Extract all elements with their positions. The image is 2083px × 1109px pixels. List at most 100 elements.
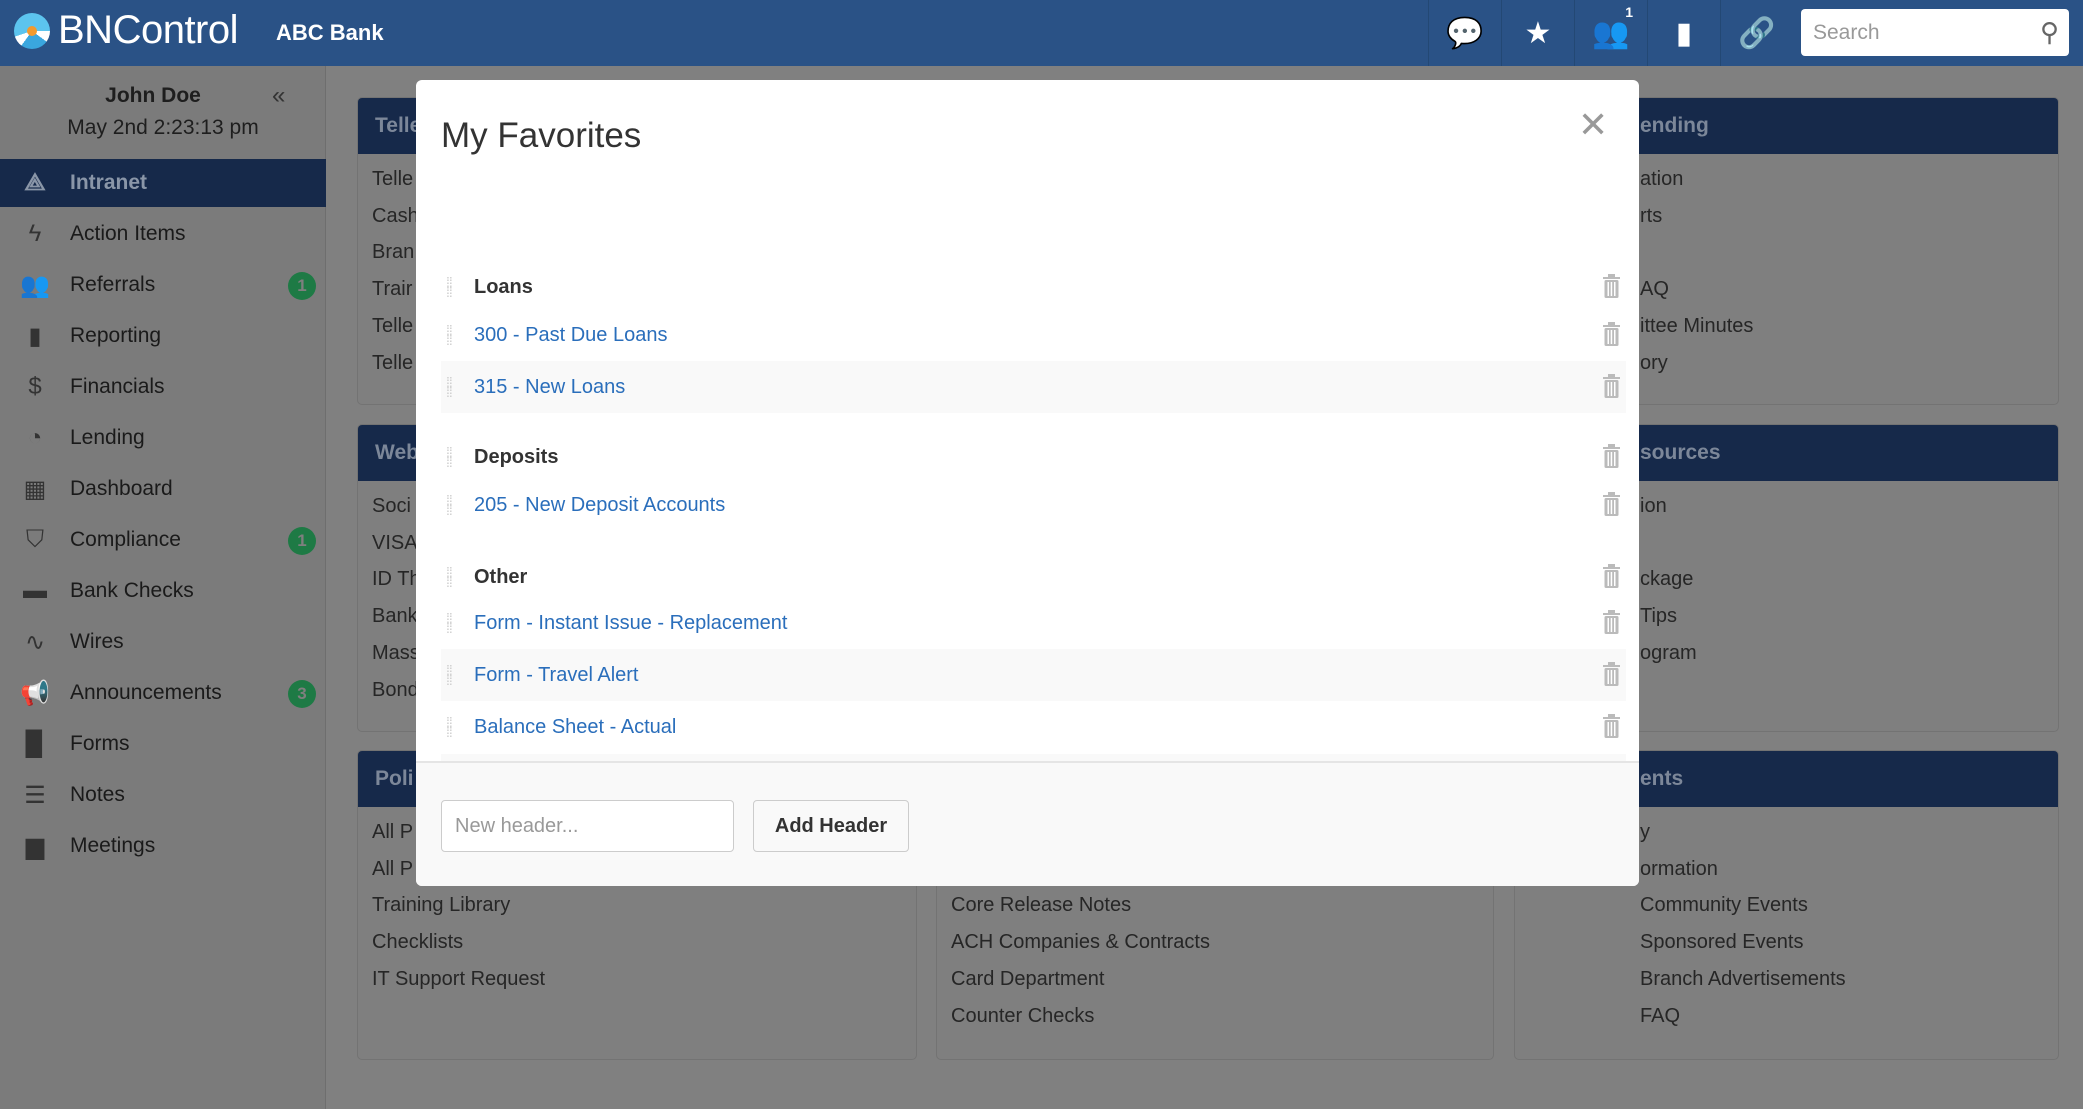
new-header-input[interactable] xyxy=(441,800,734,852)
referrals-icon: 👥 xyxy=(1592,16,1630,50)
favorite-group-header[interactable]: ⁞⁞ ⁞⁞ Loans xyxy=(441,261,1626,313)
panel-link[interactable]: ckage xyxy=(1640,568,1693,591)
bncontrol-logo[interactable] xyxy=(14,13,50,49)
panel-link[interactable]: Core Release Notes xyxy=(951,894,1131,917)
panel-link[interactable]: Bank xyxy=(372,605,418,628)
favorite-item[interactable]: ⁞⁞ ⁞⁞ 300 - Past Due Loans xyxy=(441,309,1626,361)
panel-link[interactable]: Telle xyxy=(372,352,413,375)
panel-link[interactable]: ittee Minutes xyxy=(1640,315,1753,338)
drag-handle-icon[interactable]: ⁞⁞⁞⁞ xyxy=(441,663,474,687)
sidebar-item-bank-checks[interactable]: ▬ Bank Checks xyxy=(0,567,326,615)
collapse-sidebar-icon[interactable]: « xyxy=(272,82,285,110)
trash-icon[interactable] xyxy=(1603,274,1620,298)
favorite-item[interactable]: ⁞⁞ ⁞⁞ 315 - New Loans xyxy=(441,361,1626,413)
trash-icon[interactable] xyxy=(1603,444,1620,468)
panel-link[interactable]: y xyxy=(1640,821,1650,844)
brand-name[interactable]: BNControl xyxy=(58,8,239,53)
trash-icon[interactable] xyxy=(1603,492,1620,516)
panel-link[interactable]: ation xyxy=(1640,168,1683,191)
panel-link[interactable]: ion xyxy=(1640,495,1667,518)
bolt-icon: ϟ xyxy=(28,220,42,247)
drag-handle-icon[interactable]: ⁞⁞⁞⁞ xyxy=(441,375,474,399)
panel-link[interactable]: Bran xyxy=(372,241,414,264)
drag-handle-icon[interactable]: ⁞⁞⁞⁞ xyxy=(441,275,474,299)
panel-link[interactable]: Sponsored Events xyxy=(1640,931,1803,954)
referrals-button[interactable]: 👥 1 xyxy=(1574,0,1647,66)
panel-link[interactable]: Card Department xyxy=(951,968,1104,991)
panel-link[interactable]: Telle xyxy=(372,168,413,191)
favorite-group-header[interactable]: ⁞⁞ ⁞⁞ Other xyxy=(441,551,1626,603)
close-icon[interactable]: ✕ xyxy=(1578,104,1608,146)
trash-icon[interactable] xyxy=(1603,564,1620,588)
panel-link[interactable]: AQ xyxy=(1640,278,1669,301)
drag-handle-icon[interactable]: ⁞⁞⁞⁞ xyxy=(441,565,474,589)
trash-icon[interactable] xyxy=(1603,662,1620,686)
chat-button[interactable]: 💬 xyxy=(1428,0,1501,66)
trash-icon[interactable] xyxy=(1603,714,1620,738)
panel-link[interactable]: Trair xyxy=(372,278,412,301)
panel-link[interactable]: ACH Companies & Contracts xyxy=(951,931,1210,954)
sidebar-item-meetings[interactable]: ▆ Meetings xyxy=(0,822,326,870)
favorite-link[interactable]: 315 - New Loans xyxy=(474,376,625,399)
favorite-link[interactable]: Form - Instant Issue - Replacement xyxy=(474,612,787,635)
sidebar-item-announcements[interactable]: 📢 Announcements 3 xyxy=(0,669,326,717)
sidebar-item-compliance[interactable]: ⛉ Compliance 1 xyxy=(0,516,326,564)
panel-link[interactable]: All P xyxy=(372,821,413,844)
panel-link[interactable]: Soci xyxy=(372,495,411,518)
drag-handle-icon[interactable]: ⁞⁞⁞⁞ xyxy=(441,715,474,739)
chart-button[interactable]: ▮ xyxy=(1647,0,1720,66)
trash-icon[interactable] xyxy=(1603,322,1620,346)
panel-link[interactable]: rts xyxy=(1640,205,1662,228)
favorite-link[interactable]: Balance Sheet - Actual xyxy=(474,716,676,739)
sidebar-item-dashboard[interactable]: ▦ Dashboard xyxy=(0,465,326,513)
sidebar-item-financials[interactable]: $ Financials xyxy=(0,363,326,411)
link-button[interactable]: 🔗 xyxy=(1720,0,1793,66)
panel-link[interactable]: Training Library xyxy=(372,894,510,917)
panel-link[interactable]: Tips xyxy=(1640,605,1677,628)
panel-link[interactable]: ID Th xyxy=(372,568,421,591)
drag-handle-icon[interactable]: ⁞⁞⁞⁞ xyxy=(441,323,474,347)
sidebar-item-intranet[interactable]: ⟁ Intranet xyxy=(0,159,326,207)
drag-handle-icon[interactable]: ⁞⁞⁞⁞ xyxy=(441,493,474,517)
sidebar-item-notes[interactable]: ☰ Notes xyxy=(0,771,326,819)
panel-link[interactable]: ormation xyxy=(1640,858,1718,881)
sidebar-item-reporting[interactable]: ▮ Reporting xyxy=(0,312,326,360)
sidebar-item-label: Dashboard xyxy=(70,477,173,500)
sidebar-item-forms[interactable]: ▉ Forms xyxy=(0,720,326,768)
panel-link[interactable]: VISA xyxy=(372,532,418,555)
panel-link[interactable]: ogram xyxy=(1640,642,1697,665)
search-input[interactable] xyxy=(1813,20,2033,45)
panel-link[interactable]: Mass xyxy=(372,642,420,665)
panel-link[interactable]: Cash xyxy=(372,205,419,228)
drag-handle-icon[interactable]: ⁞⁞⁞⁞ xyxy=(441,445,474,469)
search-icon[interactable]: ⚲ xyxy=(2040,17,2059,48)
favorite-item[interactable]: ⁞⁞ ⁞⁞ 205 - New Deposit Accounts xyxy=(441,479,1626,531)
favorite-group-header[interactable]: ⁞⁞ ⁞⁞ Deposits xyxy=(441,431,1626,483)
favorite-link[interactable]: 300 - Past Due Loans xyxy=(474,324,667,347)
drag-handle-icon[interactable]: ⁞⁞⁞⁞ xyxy=(441,611,474,635)
favorite-item[interactable]: ⁞⁞ ⁞⁞ Form - Instant Issue - Replacement xyxy=(441,597,1626,649)
panel-link[interactable]: Branch Advertisements xyxy=(1640,968,1846,991)
panel-link[interactable]: Community Events xyxy=(1640,894,1808,917)
sidebar-item-wires[interactable]: ∿ Wires xyxy=(0,618,326,666)
sidebar-item-referrals[interactable]: 👥 Referrals 1 xyxy=(0,261,326,309)
star-button[interactable]: ★ xyxy=(1501,0,1574,66)
panel-link[interactable]: Checklists xyxy=(372,931,463,954)
favorite-link[interactable]: 205 - New Deposit Accounts xyxy=(474,494,725,517)
trash-icon[interactable] xyxy=(1603,610,1620,634)
panel-link[interactable]: Bond xyxy=(372,679,419,702)
panel-link[interactable]: Counter Checks xyxy=(951,1005,1094,1028)
panel-link[interactable]: ory xyxy=(1640,352,1668,375)
sidebar: John Doe « May 2nd 2:23:13 pm ⟁ Intranet ϟ… xyxy=(0,66,326,1109)
panel-link[interactable]: Telle xyxy=(372,315,413,338)
trash-icon[interactable] xyxy=(1603,374,1620,398)
favorite-item[interactable]: ⁞⁞ ⁞⁞ Balance Sheet - Actual xyxy=(441,701,1626,753)
sidebar-item-lending[interactable]: ◔ Lending xyxy=(0,414,326,462)
add-header-button[interactable]: Add Header xyxy=(753,800,909,852)
panel-link[interactable]: FAQ xyxy=(1640,1005,1680,1028)
favorite-link[interactable]: Form - Travel Alert xyxy=(474,664,638,687)
panel-link[interactable]: All P xyxy=(372,858,413,881)
sidebar-item-action-items[interactable]: ϟ Action Items xyxy=(0,210,326,258)
favorite-item[interactable]: ⁞⁞ ⁞⁞ Form - Travel Alert xyxy=(441,649,1626,701)
panel-link[interactable]: IT Support Request xyxy=(372,968,545,991)
